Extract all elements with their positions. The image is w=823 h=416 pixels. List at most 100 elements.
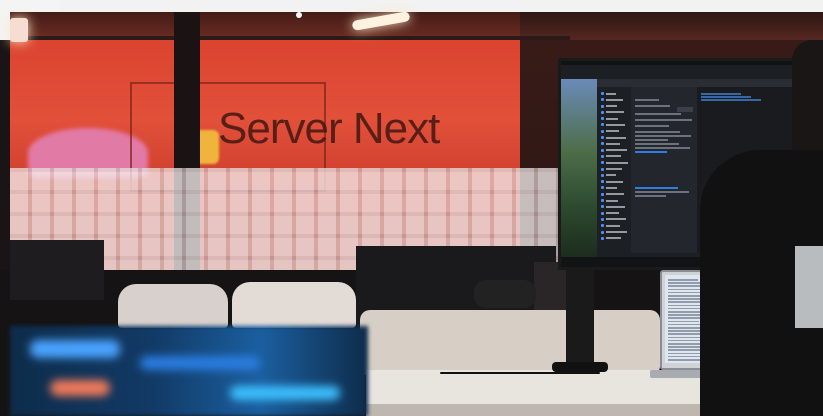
glass-frame-top: [10, 36, 570, 40]
top-bar: [0, 0, 823, 40]
sidebar-row-icon: [601, 224, 604, 228]
cable: [440, 372, 600, 374]
sidebar-row-text: [606, 142, 620, 145]
sidebar-row-text: [606, 136, 626, 139]
sidebar-row: [601, 223, 629, 228]
sidebar-row-text: [606, 237, 621, 240]
laptop-text-line: [668, 279, 698, 281]
sidebar-row-text: [606, 161, 628, 164]
sidebar-row-icon: [601, 154, 604, 158]
laptop-text-line: [668, 349, 704, 351]
sidebar-row-text: [606, 174, 616, 177]
dialog-button: [677, 107, 693, 112]
sidebar-row-text: [606, 92, 616, 95]
window-titlebar: [597, 79, 823, 87]
sidebar-row: [601, 167, 629, 172]
desk-divider: [10, 240, 104, 300]
sidebar-row-text: [606, 180, 623, 183]
dialog-text-line: [635, 135, 691, 137]
sidebar-row: [601, 236, 629, 241]
sidebar-row: [601, 104, 629, 109]
sidebar-row-text: [606, 193, 624, 196]
laptop-text-line: [668, 307, 703, 310]
sidebar-row-icon: [601, 110, 604, 114]
sidebar-row-icon: [601, 98, 604, 102]
sidebar-row: [601, 160, 629, 165]
sidebar-row-icon: [601, 104, 604, 108]
sidebar-row-text: [606, 123, 625, 126]
sidebar-row: [601, 129, 629, 134]
sidebar-row: [601, 211, 629, 216]
dialog-text-line: [635, 99, 659, 101]
spot-light: [296, 12, 302, 18]
sidebar-row-icon: [601, 173, 604, 177]
sidebar-row-text: [606, 186, 617, 189]
couch: [360, 310, 660, 376]
sidebar-row-icon: [601, 199, 604, 203]
sidebar-row: [601, 230, 629, 235]
dialog-text-line: [635, 195, 666, 197]
dialog-text-line: [635, 191, 689, 193]
sidebar-row-text: [606, 231, 627, 234]
sidebar-row: [601, 148, 629, 153]
desk-edge: [366, 404, 726, 416]
editor-line: [701, 93, 741, 95]
chair: [232, 282, 356, 328]
sidebar-row-icon: [601, 180, 604, 184]
office-photo: Server Next LG: [0, 0, 823, 416]
dialog-text-line: [635, 147, 690, 149]
sidebar-row-text: [606, 218, 626, 221]
screen-glow: [50, 380, 110, 396]
sidebar-row: [601, 110, 629, 115]
sidebar-row: [601, 185, 629, 190]
settings-dialog: [631, 87, 697, 253]
desktop-wallpaper: [561, 79, 597, 261]
sidebar-row-icon: [601, 142, 604, 146]
sidebar-row: [601, 217, 629, 222]
dialog-text-line: [635, 143, 679, 145]
sidebar-row-text: [606, 111, 624, 114]
sidebar-row-text: [606, 105, 617, 108]
laptop-text-line: [668, 314, 701, 316]
sidebar-row-icon: [601, 161, 604, 165]
sidebar-row: [601, 97, 629, 102]
sidebar-row-text: [606, 212, 619, 215]
sidebar-row: [601, 154, 629, 159]
sidebar-row-icon: [601, 123, 604, 127]
wall-sign: Server Next: [218, 104, 440, 153]
ceiling-light-left: [10, 18, 28, 42]
sidebar-row-text: [606, 199, 618, 202]
chair: [118, 284, 228, 328]
sidebar-row-icon: [601, 192, 604, 196]
dialog-text-line: [635, 125, 669, 127]
screen-glow: [230, 386, 340, 400]
sidebar-row-icon: [601, 117, 604, 121]
editor-line: [701, 96, 751, 98]
sidebar-row-text: [606, 205, 625, 208]
dialog-text-line: [635, 151, 667, 153]
chair: [474, 280, 536, 308]
sidebar-row-icon: [601, 167, 604, 171]
dialog-text-line: [635, 119, 692, 121]
sidebar-row: [601, 204, 629, 209]
sidebar-row-icon: [601, 129, 604, 133]
sidebar-row-text: [606, 98, 623, 101]
sidebar-row-text: [606, 130, 619, 133]
sidebar-row-text: [606, 155, 621, 158]
sidebar-row-icon: [601, 217, 604, 221]
sidebar-row: [601, 141, 629, 146]
dialog-text-line: [635, 113, 681, 115]
sidebar-row-text: [606, 149, 627, 152]
sidebar-row: [601, 198, 629, 203]
sidebar-row: [601, 192, 629, 197]
sidebar-row-text: [606, 224, 620, 227]
sidebar-row-icon: [601, 148, 604, 152]
screen-glow: [30, 340, 120, 358]
app-sidebar: [601, 91, 629, 259]
dialog-text-line: [635, 187, 678, 189]
sidebar-row: [601, 122, 629, 127]
sidebar-row-icon: [601, 186, 604, 190]
sidebar-row-icon: [601, 211, 604, 215]
editor-line: [701, 99, 761, 101]
sidebar-row: [601, 173, 629, 178]
